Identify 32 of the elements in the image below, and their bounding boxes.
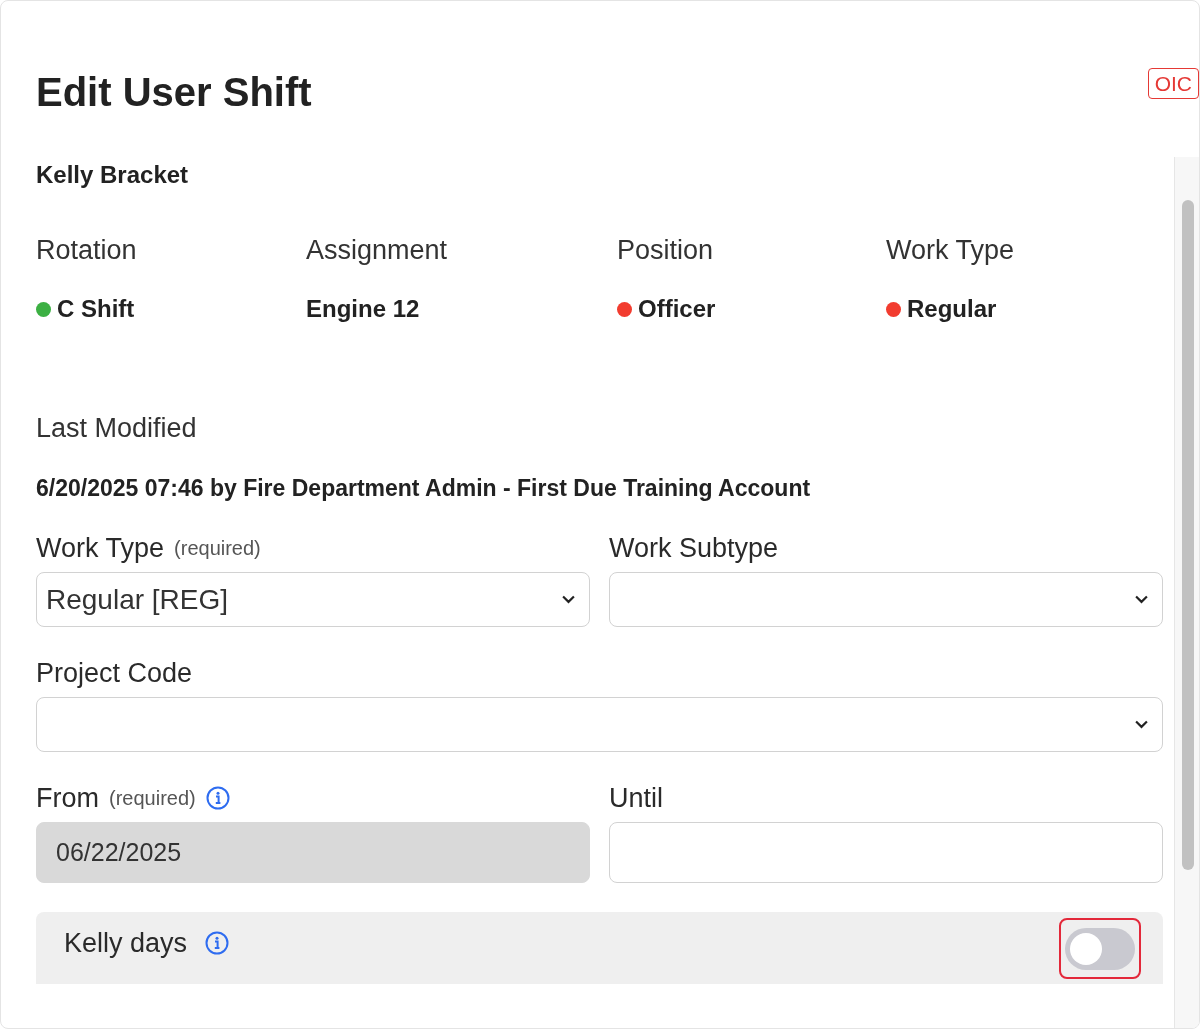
scrollbar[interactable] [1174, 157, 1199, 1028]
date-field[interactable] [609, 822, 1163, 883]
chevron-icon [562, 595, 575, 604]
scrollbar-thumb[interactable] [1182, 200, 1194, 870]
info-value: Engine 12 [306, 295, 420, 323]
required-note: (required) [109, 786, 196, 810]
toggle-switch[interactable] [1065, 927, 1135, 970]
field-label: Project Code [36, 657, 193, 689]
dropdown-field[interactable] [609, 572, 1163, 627]
chevron-icon [1135, 595, 1148, 604]
info-value: Officer [638, 295, 716, 323]
chevron-icon [1135, 720, 1148, 729]
user-name: Kelly Bracket [36, 161, 190, 189]
info-value: C Shift [57, 295, 135, 323]
field-label: Work Subtype [609, 532, 779, 564]
info-value: Regular [907, 295, 997, 323]
dropdown-field[interactable]: Regular [REG] [36, 572, 590, 627]
option-label: Kelly days [64, 927, 188, 959]
dialog-title: Edit User Shift [36, 69, 312, 116]
required-note: (required) [174, 536, 261, 560]
header-badge: OIC [1147, 68, 1199, 99]
info-label: Assignment [306, 234, 449, 266]
info-value: 6/20/2025 07:46 by Fire Department Admin - First Due Training Account [36, 474, 812, 502]
field-label: From [36, 782, 99, 814]
info-label: Rotation [36, 234, 138, 266]
dropdown-field[interactable] [36, 697, 1163, 752]
info-label: Position [617, 234, 715, 266]
field-label: Work Type [36, 532, 165, 564]
field-label: Until [609, 782, 663, 814]
info-icon[interactable] [205, 931, 230, 955]
info-label: Last Modified [36, 412, 198, 444]
info-label: Work Type [886, 234, 1016, 266]
